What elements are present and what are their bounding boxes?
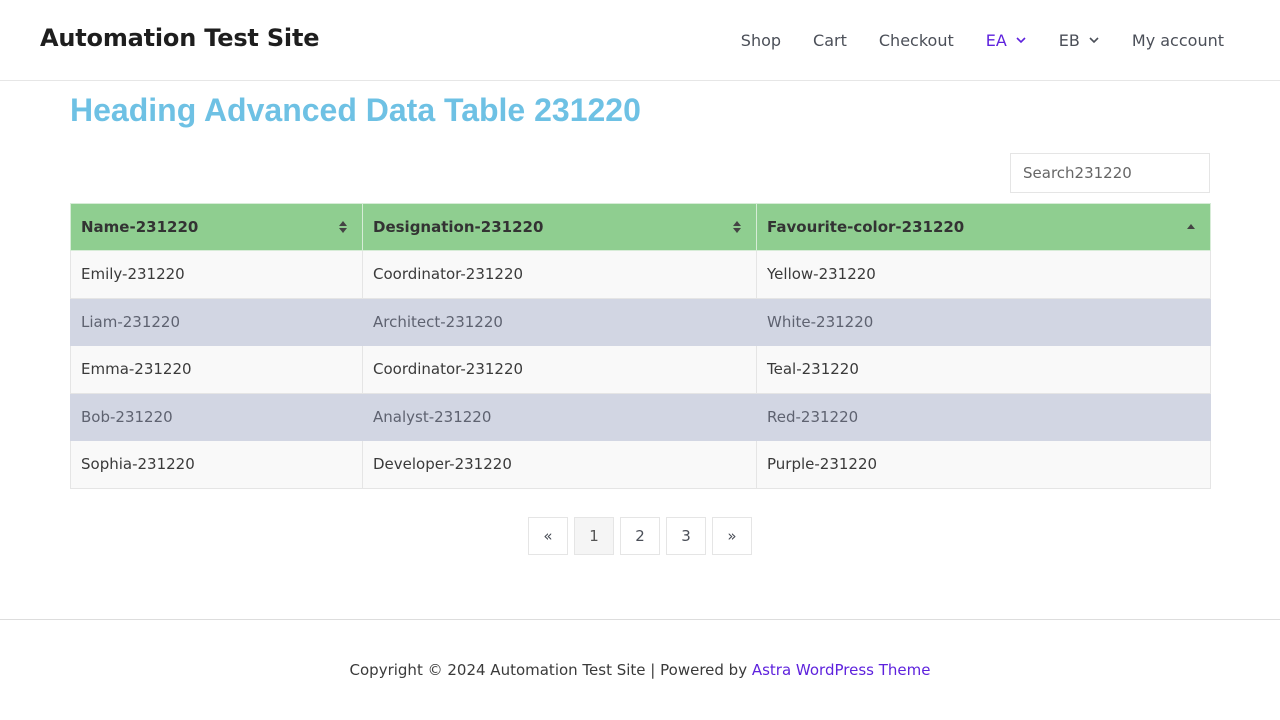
nav-item-cart[interactable]: Cart: [797, 0, 863, 80]
table-row: Liam-231220 Architect-231220 White-23122…: [70, 297, 1211, 346]
table-cell-name: Sophia-231220: [70, 440, 363, 489]
table-cell-name: Liam-231220: [70, 297, 363, 346]
table-row: Bob-231220 Analyst-231220 Red-231220: [70, 392, 1211, 441]
table-cell-favourite-color: Red-231220: [756, 392, 1211, 441]
column-header-label: Favourite-color-231220: [767, 218, 965, 236]
column-header-label: Designation-231220: [373, 218, 544, 236]
footer-copyright-text: Copyright © 2024 Automation Test Site | …: [349, 661, 752, 679]
page-title: Heading Advanced Data Table 231220: [70, 92, 641, 128]
pagination-page-2[interactable]: 2: [620, 517, 660, 555]
table-cell-designation: Analyst-231220: [362, 392, 757, 441]
nav-item-label: Cart: [813, 30, 847, 50]
nav-item-label: EB: [1058, 30, 1080, 50]
site-header: Automation Test Site Shop Cart Checkout …: [0, 0, 1280, 81]
table-cell-name: Bob-231220: [70, 392, 363, 441]
table-cell-name: Emma-231220: [70, 345, 363, 394]
table-cell-designation: Coordinator-231220: [362, 250, 757, 299]
table-cell-name: Emily-231220: [70, 250, 363, 299]
table-cell-designation: Developer-231220: [362, 440, 757, 489]
chevron-down-icon[interactable]: [1088, 34, 1100, 46]
site-title[interactable]: Automation Test Site: [40, 24, 319, 52]
table-cell-designation: Architect-231220: [362, 297, 757, 346]
column-header-designation[interactable]: Designation-231220: [362, 203, 757, 251]
nav-item-label: Checkout: [878, 30, 954, 50]
table-cell-favourite-color: Teal-231220: [756, 345, 1211, 394]
pagination-next-button[interactable]: »: [712, 517, 752, 555]
footer-theme-link[interactable]: Astra WordPress Theme: [752, 661, 931, 679]
table-search-input[interactable]: [1010, 153, 1210, 193]
column-header-label: Name-231220: [81, 218, 199, 236]
table-cell-favourite-color: Purple-231220: [756, 440, 1211, 489]
column-header-favourite-color[interactable]: Favourite-color-231220: [756, 203, 1211, 251]
sort-ascending-icon: [1186, 220, 1196, 234]
table-row: Sophia-231220 Developer-231220 Purple-23…: [70, 440, 1211, 489]
site-footer: Copyright © 2024 Automation Test Site | …: [0, 619, 1280, 720]
nav-item-label: EA: [985, 30, 1007, 50]
table-cell-favourite-color: White-231220: [756, 297, 1211, 346]
table-cell-favourite-color: Yellow-231220: [756, 250, 1211, 299]
pagination-page-1[interactable]: 1: [574, 517, 614, 555]
footer-copyright: Copyright © 2024 Automation Test Site | …: [0, 661, 1280, 679]
sort-both-icon: [338, 220, 348, 234]
table-header-row: Name-231220 Designation-231220 Favourite…: [70, 203, 1211, 251]
table-row: Emily-231220 Coordinator-231220 Yellow-2…: [70, 250, 1211, 299]
table-pagination: « 1 2 3 »: [0, 517, 1280, 555]
sort-both-icon: [732, 220, 742, 234]
pagination-prev-button[interactable]: «: [528, 517, 568, 555]
nav-item-label: Shop: [740, 30, 782, 50]
nav-item-label: My account: [1131, 30, 1224, 50]
nav-item-ea[interactable]: EA: [970, 0, 1043, 80]
pagination-page-3[interactable]: 3: [666, 517, 706, 555]
nav-item-checkout[interactable]: Checkout: [863, 0, 970, 80]
nav-item-eb[interactable]: EB: [1043, 0, 1116, 80]
nav-item-my-account[interactable]: My account: [1116, 0, 1240, 80]
table-cell-designation: Coordinator-231220: [362, 345, 757, 394]
column-header-name[interactable]: Name-231220: [70, 203, 363, 251]
table-row: Emma-231220 Coordinator-231220 Teal-2312…: [70, 345, 1211, 394]
nav-item-shop[interactable]: Shop: [725, 0, 797, 80]
advanced-data-table: Name-231220 Designation-231220 Favourite…: [70, 203, 1211, 489]
main-navigation: Shop Cart Checkout EA EB My account: [725, 0, 1240, 80]
chevron-down-icon[interactable]: [1015, 34, 1027, 46]
